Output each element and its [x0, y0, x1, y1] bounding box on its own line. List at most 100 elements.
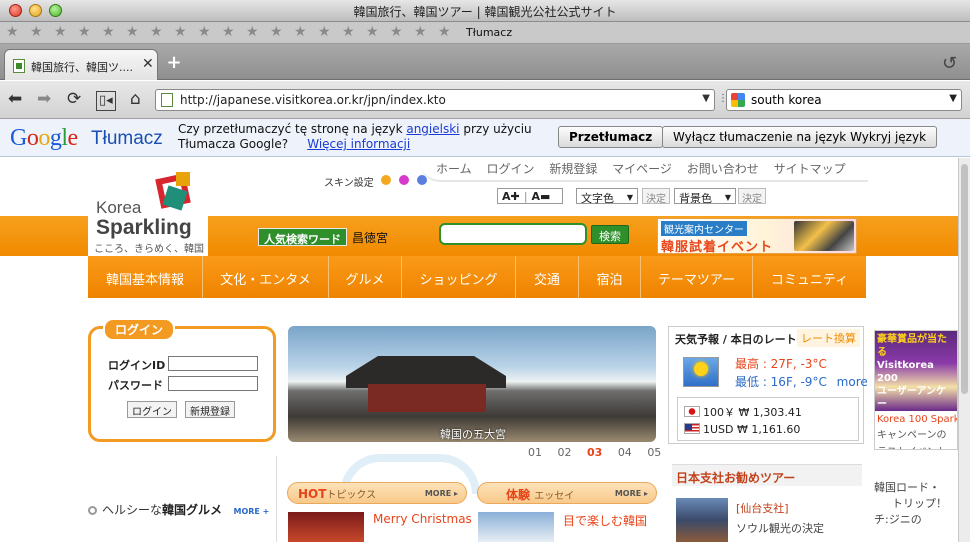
star-icon[interactable]: ★: [102, 24, 115, 40]
hero-slideshow[interactable]: 韓国の五大宮: [288, 326, 656, 442]
login-button[interactable]: ログイン: [127, 401, 177, 418]
more-info-link[interactable]: Więcej informacji: [307, 137, 410, 151]
tab-switch-icon[interactable]: ▯◂: [96, 91, 116, 111]
star-icon[interactable]: ★: [366, 24, 379, 40]
hot-label: HOT: [298, 487, 327, 501]
main-nav-gourmet[interactable]: グルメ: [329, 256, 402, 298]
logo-mark-yellow: [176, 172, 190, 186]
bg-color-select[interactable]: 背景色 ▼: [674, 188, 736, 205]
text-color-apply-button[interactable]: 決定: [642, 188, 670, 205]
star-icon[interactable]: ★: [174, 24, 187, 40]
star-icon[interactable]: ★: [318, 24, 331, 40]
nav-home-link[interactable]: ホーム: [436, 162, 472, 176]
login-id-input[interactable]: [168, 356, 258, 371]
tab-visitkorea[interactable]: 韓国旅行、韓国ツ.... ✕: [4, 49, 158, 80]
address-bar[interactable]: ▼: [155, 89, 715, 111]
new-tab-button[interactable]: +: [166, 54, 182, 72]
banner-line-1: 観光案内センター: [661, 221, 747, 236]
star-icon[interactable]: ★: [342, 24, 355, 40]
star-icon[interactable]: ★: [198, 24, 211, 40]
star-icon[interactable]: ★: [294, 24, 307, 40]
reload-tabs-icon[interactable]: ↺: [942, 53, 957, 74]
popular-keyword-link[interactable]: 昌徳宮: [352, 229, 388, 246]
star-icon[interactable]: ★: [54, 24, 67, 40]
bookmark-tlumacz[interactable]: Tłumacz: [466, 26, 512, 39]
star-icon[interactable]: ★: [414, 24, 427, 40]
font-smaller-button[interactable]: A▬: [531, 190, 550, 203]
forward-arrow-icon[interactable]: ➡: [37, 90, 51, 108]
font-larger-button[interactable]: A✚: [502, 190, 520, 203]
skin-pink-option[interactable]: [399, 175, 409, 185]
page-scrollbar[interactable]: [958, 158, 970, 542]
disable-translation-button[interactable]: Wyłącz tłumaczenie na język Wykryj język: [662, 126, 938, 148]
star-icon[interactable]: ★: [270, 24, 283, 40]
hot-topics-more-link[interactable]: MORE ▸: [425, 489, 458, 498]
text-color-select[interactable]: 文字色 ▼: [576, 188, 638, 205]
star-icon[interactable]: ★: [30, 24, 43, 40]
nav-mypage-link[interactable]: マイページ: [612, 162, 672, 176]
site-search-button[interactable]: 検索: [591, 225, 629, 244]
bg-color-apply-button[interactable]: 決定: [738, 188, 766, 205]
nav-sitemap-link[interactable]: サイトマップ: [774, 162, 846, 176]
essay-thumbnail[interactable]: [478, 512, 554, 542]
skin-blue-option[interactable]: [417, 175, 427, 185]
url-input[interactable]: [180, 92, 680, 108]
star-icon[interactable]: ★: [78, 24, 91, 40]
main-nav-lodging[interactable]: 宿泊: [579, 256, 641, 298]
nav-register-link[interactable]: 新規登録: [549, 162, 597, 176]
star-icon[interactable]: ★: [126, 24, 139, 40]
tab-close-icon[interactable]: ✕: [142, 56, 154, 72]
password-input[interactable]: [168, 376, 258, 391]
taiken-item[interactable]: 目で楽しむ韓国: [563, 512, 647, 529]
main-nav-culture[interactable]: 文化・エンタメ: [203, 256, 329, 298]
hero-page-3[interactable]: 03: [587, 446, 602, 459]
star-icon[interactable]: ★: [6, 24, 19, 40]
korea-sparkling-logo[interactable]: Korea Sparkling こころ、きらめく、韓国: [88, 166, 208, 255]
hanbok-event-banner[interactable]: 観光案内センター 韓服試着イベント: [657, 218, 857, 255]
main-nav-theme-tour[interactable]: テーマツアー: [641, 256, 753, 298]
main-nav-shopping[interactable]: ショッピング: [402, 256, 516, 298]
skin-orange-option[interactable]: [381, 175, 391, 185]
taiken-more-link[interactable]: MORE ▸: [615, 489, 648, 498]
back-arrow-icon[interactable]: ⬅: [8, 90, 22, 108]
star-icon[interactable]: ★: [390, 24, 403, 40]
login-title: ログイン: [103, 318, 176, 341]
tour-thumbnail[interactable]: [676, 498, 728, 542]
language-link[interactable]: angielski: [406, 122, 459, 136]
rate-convert-tab[interactable]: レート換算: [797, 329, 860, 347]
register-button[interactable]: 新規登録: [185, 401, 235, 418]
main-nav-basic-info[interactable]: 韓国基本情報: [88, 256, 203, 298]
google-icon[interactable]: [731, 93, 745, 107]
tour-branch[interactable]: [仙台支社]: [736, 500, 789, 516]
home-icon[interactable]: ⌂: [130, 90, 141, 108]
chevron-down-icon[interactable]: ▼: [702, 93, 710, 104]
side-ad-survey[interactable]: 豪華賞品が当たる Visitkorea 200 ユーザーアンケー Korea 1…: [874, 330, 958, 450]
text-color-label: 文字色: [581, 192, 614, 205]
nav-login-link[interactable]: ログイン: [486, 162, 534, 176]
scrollbar-thumb[interactable]: [961, 164, 968, 394]
reload-icon[interactable]: ⟳: [67, 90, 81, 108]
star-icon[interactable]: ★: [246, 24, 259, 40]
site-search-input[interactable]: [439, 223, 587, 245]
hero-page-4[interactable]: 04: [618, 446, 632, 459]
main-nav-transport[interactable]: 交通: [516, 256, 579, 298]
christmas-thumbnail[interactable]: [288, 512, 364, 542]
weather-more-link[interactable]: more: [837, 375, 868, 389]
side-ad-road-trip[interactable]: 韓国ロード・ トリップ！ チ:ジニの: [874, 480, 947, 528]
chevron-down-icon[interactable]: ▼: [949, 93, 957, 104]
hero-page-2[interactable]: 02: [558, 446, 572, 459]
translate-button[interactable]: Przetłumacz: [558, 126, 664, 148]
health-more-link[interactable]: MORE +: [233, 507, 269, 516]
star-icon[interactable]: ★: [438, 24, 451, 40]
hero-page-5[interactable]: 05: [647, 446, 661, 459]
search-bar[interactable]: ▼: [726, 89, 962, 111]
star-icon[interactable]: ★: [150, 24, 163, 40]
star-icon[interactable]: ★: [222, 24, 235, 40]
hot-topic-item[interactable]: Merry Christmas: [373, 512, 472, 526]
hero-page-1[interactable]: 01: [528, 446, 542, 459]
tab-title: 韓国旅行、韓国ツ....: [31, 61, 133, 74]
search-input[interactable]: [751, 92, 941, 108]
nav-contact-link[interactable]: お問い合わせ: [687, 162, 759, 176]
main-nav-community[interactable]: コミュニティ: [753, 256, 866, 298]
tour-title[interactable]: ソウル観光の決定: [736, 520, 824, 536]
